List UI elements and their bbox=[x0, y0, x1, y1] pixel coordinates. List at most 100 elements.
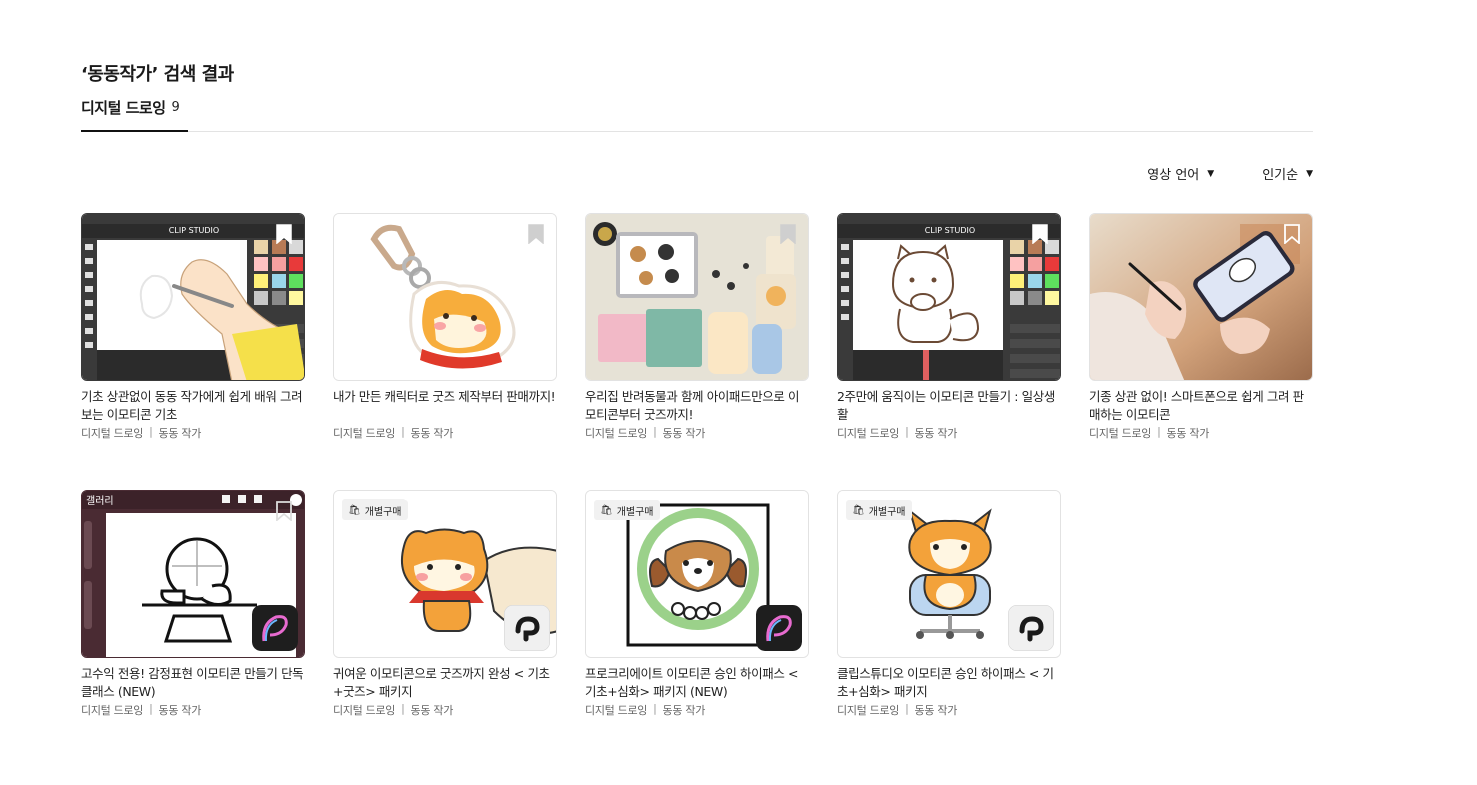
class-author: 동동 작가 bbox=[662, 704, 706, 717]
class-author: 동동 작가 bbox=[914, 704, 958, 717]
class-category: 디지털 드로잉 bbox=[837, 704, 900, 717]
class-thumbnail[interactable] bbox=[1089, 213, 1313, 381]
keyring-goods-image bbox=[334, 214, 556, 380]
class-thumbnail[interactable]: 🛍 개별구매 bbox=[333, 490, 557, 658]
class-title[interactable]: 클립스튜디오 이모티콘 승인 하이패스 < 기초+심화> 패키지 bbox=[837, 665, 1061, 701]
class-category: 디지털 드로잉 bbox=[1089, 427, 1152, 440]
class-card[interactable]: 갤러리 고수익 전용! 감정표현 이모티콘 만들기 단독 클래스 (NEW) 디… bbox=[81, 490, 305, 718]
class-card[interactable]: CLIP STUDIO 2주만에 움직이는 이모티콘 만들기 : 일상생활 디지… bbox=[837, 213, 1061, 441]
class-thumbnail[interactable] bbox=[333, 213, 557, 381]
meta-divider: | bbox=[905, 702, 909, 715]
smartphone-drawing-photo bbox=[1090, 214, 1312, 380]
bookmark-icon[interactable] bbox=[780, 224, 796, 244]
class-title[interactable]: 2주만에 움직이는 이모티콘 만들기 : 일상생활 bbox=[837, 388, 1061, 424]
caret-down-icon: ▼ bbox=[1306, 168, 1313, 179]
badge-label: 개별구매 bbox=[616, 506, 654, 518]
class-thumbnail[interactable]: 갤러리 bbox=[81, 490, 305, 658]
class-author: 동동 작가 bbox=[1166, 427, 1210, 440]
class-category: 디지털 드로잉 bbox=[837, 427, 900, 440]
bookmark-icon[interactable] bbox=[276, 224, 292, 244]
class-thumbnail[interactable] bbox=[585, 213, 809, 381]
class-meta: 디지털 드로잉 | 동동 작가 bbox=[585, 425, 809, 441]
shopping-bag-icon: 🛍 bbox=[600, 504, 613, 516]
class-card[interactable]: 내가 만든 캐릭터로 굿즈 제작부터 판매까지! 디지털 드로잉 | 동동 작가 bbox=[333, 213, 557, 441]
class-thumbnail[interactable]: 🛍 개별구매 bbox=[837, 490, 1061, 658]
caret-down-icon: ▼ bbox=[1207, 168, 1215, 179]
clip-studio-app-icon bbox=[504, 605, 550, 651]
bookmark-icon[interactable] bbox=[1284, 224, 1300, 244]
tab-digital-drawing[interactable]: 디지털 드로잉 9 bbox=[81, 96, 188, 132]
class-author: 동동 작가 bbox=[158, 704, 202, 717]
language-filter-dropdown[interactable]: 영상 언어 ▼ bbox=[1147, 164, 1214, 183]
meta-divider: | bbox=[149, 702, 153, 715]
class-author: 동동 작가 bbox=[158, 427, 202, 440]
class-card[interactable]: 우리집 반려동물과 함께 아이패드만으로 이모티콘부터 굿즈까지! 디지털 드로… bbox=[585, 213, 809, 441]
thumbnail-app-label: 갤러리 bbox=[86, 495, 114, 507]
clip-studio-emoticon-image: CLIP STUDIO bbox=[838, 214, 1060, 380]
clip-studio-app-icon bbox=[1008, 605, 1054, 651]
class-thumbnail[interactable]: CLIP STUDIO bbox=[837, 213, 1061, 381]
pet-goods-photo bbox=[586, 214, 808, 380]
class-title[interactable]: 귀여운 이모티콘으로 굿즈까지 완성 < 기초+굿즈> 패키지 bbox=[333, 665, 557, 701]
badge-label: 개별구매 bbox=[868, 506, 906, 518]
procreate-app-icon bbox=[252, 605, 298, 651]
class-category: 디지털 드로잉 bbox=[585, 427, 648, 440]
class-card[interactable]: 🛍 개별구매 클립스튜디오 이모티콘 승인 하이패스 < 기초+심화> 패키지 … bbox=[837, 490, 1061, 718]
class-title[interactable]: 내가 만든 캐릭터로 굿즈 제작부터 판매까지! bbox=[333, 388, 557, 424]
class-author: 동동 작가 bbox=[914, 427, 958, 440]
class-thumbnail[interactable]: 🛍 개별구매 bbox=[585, 490, 809, 658]
class-title[interactable]: 기종 상관 없이! 스마트폰으로 쉽게 그려 판매하는 이모티콘 bbox=[1089, 388, 1313, 424]
class-meta: 디지털 드로잉 | 동동 작가 bbox=[81, 425, 305, 441]
class-author: 동동 작가 bbox=[410, 704, 454, 717]
class-meta: 디지털 드로잉 | 동동 작가 bbox=[333, 425, 557, 441]
filter-bar: 영상 언어 ▼ 인기순 ▼ bbox=[1147, 164, 1313, 183]
class-title[interactable]: 우리집 반려동물과 함께 아이패드만으로 이모티콘부터 굿즈까지! bbox=[585, 388, 809, 424]
class-card[interactable]: CLIP STUDIO 기초 상관없이 동동 작가에게 쉽게 배워 그려보는 이… bbox=[81, 213, 305, 441]
meta-divider: | bbox=[149, 425, 153, 438]
class-author: 동동 작가 bbox=[662, 427, 706, 440]
page-title: ‘동동작가’ 검색 결과 bbox=[81, 64, 234, 85]
class-title[interactable]: 프로크리에이트 이모티콘 승인 하이패스 <기초+심화> 패키지 (NEW) bbox=[585, 665, 809, 701]
shopping-bag-icon: 🛍 bbox=[348, 504, 361, 516]
shopping-bag-icon: 🛍 bbox=[852, 504, 865, 516]
clip-studio-drawing-image: CLIP STUDIO bbox=[82, 214, 304, 380]
language-filter-label: 영상 언어 bbox=[1147, 168, 1200, 183]
class-meta: 디지털 드로잉 | 동동 작가 bbox=[837, 702, 1061, 718]
class-meta: 디지털 드로잉 | 동동 작가 bbox=[1089, 425, 1313, 441]
meta-divider: | bbox=[401, 702, 405, 715]
bookmark-icon[interactable] bbox=[528, 224, 544, 244]
procreate-app-icon bbox=[756, 605, 802, 651]
meta-divider: | bbox=[1157, 425, 1161, 438]
class-category: 디지털 드로잉 bbox=[333, 704, 396, 717]
individual-purchase-badge: 🛍 개별구매 bbox=[594, 500, 660, 520]
individual-purchase-badge: 🛍 개별구매 bbox=[342, 500, 408, 520]
meta-divider: | bbox=[653, 702, 657, 715]
class-thumbnail[interactable]: CLIP STUDIO bbox=[81, 213, 305, 381]
class-meta: 디지털 드로잉 | 동동 작가 bbox=[837, 425, 1061, 441]
class-author: 동동 작가 bbox=[410, 427, 454, 440]
class-card[interactable]: 기종 상관 없이! 스마트폰으로 쉽게 그려 판매하는 이모티콘 디지털 드로잉… bbox=[1089, 213, 1313, 441]
tab-count: 9 bbox=[171, 100, 180, 115]
class-category: 디지털 드로잉 bbox=[585, 704, 648, 717]
thumbnail-app-label: CLIP STUDIO bbox=[169, 226, 219, 235]
class-meta: 디지털 드로잉 | 동동 작가 bbox=[585, 702, 809, 718]
class-title[interactable]: 기초 상관없이 동동 작가에게 쉽게 배워 그려보는 이모티콘 기초 bbox=[81, 388, 305, 424]
class-card[interactable]: 🛍 개별구매 프로크리에이트 이모티콘 승인 하이패스 <기초+심화> 패키지 … bbox=[585, 490, 809, 718]
sort-label: 인기순 bbox=[1262, 168, 1299, 183]
bookmark-icon[interactable] bbox=[276, 501, 292, 521]
class-meta: 디지털 드로잉 | 동동 작가 bbox=[333, 702, 557, 718]
meta-divider: | bbox=[905, 425, 909, 438]
thumbnail-app-label: CLIP STUDIO bbox=[925, 226, 975, 235]
category-tabbar: 디지털 드로잉 9 bbox=[81, 96, 1313, 132]
class-meta: 디지털 드로잉 | 동동 작가 bbox=[81, 702, 305, 718]
badge-label: 개별구매 bbox=[364, 506, 402, 518]
bookmark-icon[interactable] bbox=[1032, 224, 1048, 244]
class-category: 디지털 드로잉 bbox=[81, 704, 144, 717]
meta-divider: | bbox=[653, 425, 657, 438]
sort-dropdown[interactable]: 인기순 ▼ bbox=[1262, 164, 1313, 183]
individual-purchase-badge: 🛍 개별구매 bbox=[846, 500, 912, 520]
meta-divider: | bbox=[401, 425, 405, 438]
class-category: 디지털 드로잉 bbox=[81, 427, 144, 440]
class-title[interactable]: 고수익 전용! 감정표현 이모티콘 만들기 단독 클래스 (NEW) bbox=[81, 665, 305, 701]
class-card[interactable]: 🛍 개별구매 귀여운 이모티콘으로 굿즈까지 완성 < 기초+굿즈> 패키지 디… bbox=[333, 490, 557, 718]
